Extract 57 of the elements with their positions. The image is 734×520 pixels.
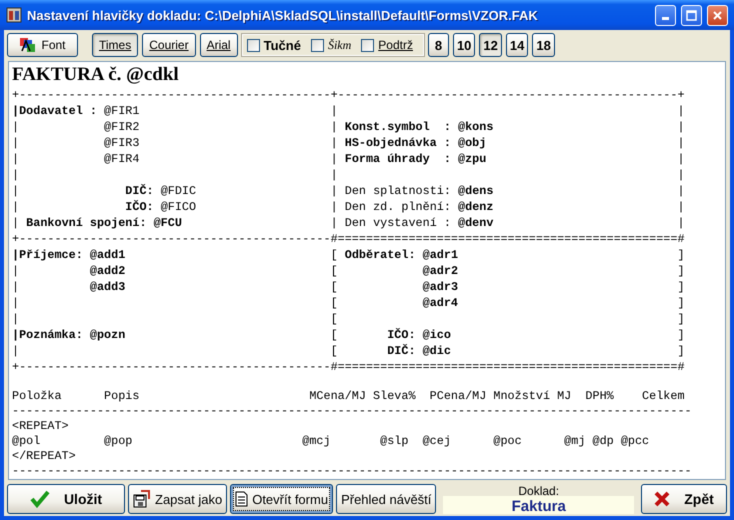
style-checkbox[interactable]: Podtrž xyxy=(361,38,413,52)
close-icon xyxy=(712,10,723,20)
back-button[interactable]: Zpět xyxy=(641,484,727,514)
font-family-button[interactable]: Arial xyxy=(200,33,238,57)
template-line: | IČO: @FICO | Den zd. plnění: @denz | xyxy=(12,199,685,215)
template-line: | @FIR3 | HS-objednávka : @obj | xyxy=(12,135,685,151)
font-size-button[interactable]: 12 xyxy=(479,33,502,57)
template-line: | Bankovní spojení: @FCU | Den vystavení : @denv | xyxy=(12,215,685,231)
template-line: Položka Popis MCena/MJ Sleva% PCena/MJ Množství MJ DPH% Celkem xyxy=(12,389,685,404)
app-icon xyxy=(6,7,22,23)
template-line: | [ @adr4 ] xyxy=(12,295,685,311)
checkmark-icon xyxy=(30,490,50,508)
template-line: | @FIR4 | Forma úhrady : @zpu | xyxy=(12,151,685,167)
template-line: ------------------------------------------------------------------------------------------------ xyxy=(12,404,692,419)
minimize-button[interactable] xyxy=(655,4,676,26)
template-line: | | | xyxy=(12,167,685,183)
font-size-button[interactable]: 8 xyxy=(428,33,449,57)
template-line: | [ DIČ: @dic ] xyxy=(12,343,685,359)
window-title: Nastavení hlavičky dokladu: C:\DelphiA\SkladSQL\install\Default\Forms\VZOR.FAK xyxy=(27,8,539,22)
font-icon xyxy=(19,37,38,53)
minimize-icon xyxy=(662,16,669,20)
disk-icon xyxy=(133,490,151,508)
template-line: | @add2 [ @adr2 ] xyxy=(12,263,685,279)
font-family-button[interactable]: Courier xyxy=(142,33,196,57)
footer-button[interactable]: Uložit xyxy=(7,484,125,514)
close-button[interactable] xyxy=(707,4,728,26)
document-caption: Doklad: xyxy=(518,484,560,498)
template-line: +--------------------------------------------+------------------------------------------------+ xyxy=(12,87,685,103)
template-line: | @add3 [ @adr3 ] xyxy=(12,279,685,295)
footer-button[interactable]: Přehled návěští xyxy=(336,484,436,514)
document-heading: FAKTURA č. @cdkl xyxy=(12,64,179,86)
font-family-button[interactable]: Times xyxy=(92,33,138,57)
cross-icon xyxy=(654,491,670,507)
footer-button[interactable]: Otevřít formu xyxy=(230,484,334,514)
document-type: Faktura xyxy=(512,498,566,515)
footer-button[interactable]: Zapsat jako xyxy=(128,484,228,514)
template-line: </REPEAT> xyxy=(12,449,76,464)
font-button[interactable]: Font xyxy=(7,33,78,57)
template-line: <REPEAT> xyxy=(12,419,69,434)
style-checkbox[interactable]: Tučné xyxy=(246,38,301,52)
template-line: |Příjemce: @add1 [ Odběratel: @adr1 ] xyxy=(12,247,685,263)
template-line: | [ ] xyxy=(12,311,685,327)
template-line: | DIČ: @FDIC | Den splatnosti: @dens | xyxy=(12,183,685,199)
font-size-button[interactable]: 14 xyxy=(506,33,528,57)
template-line: |Poznámka: @pozn [ IČO: @ico ] xyxy=(12,327,685,343)
template-line: |Dodavatel : @FIR1 | | xyxy=(12,103,685,119)
style-checkbox[interactable]: Šikm xyxy=(310,38,352,52)
template-line: @pol @pop @mcj @slp @cej @poc @mj @dp @pcc xyxy=(12,434,650,449)
maximize-icon xyxy=(686,10,697,20)
template-line: ------------------------------------------------------------------------------------------------ xyxy=(12,464,692,479)
maximize-button[interactable] xyxy=(681,4,702,26)
template-line: +--------------------------------------------#================================================# xyxy=(12,231,685,247)
font-size-button[interactable]: 18 xyxy=(532,33,555,57)
template-line: | @FIR2 | Konst.symbol : @kons | xyxy=(12,119,685,135)
font-size-button[interactable]: 10 xyxy=(452,33,476,57)
document-icon xyxy=(235,491,248,507)
template-line: +--------------------------------------------#================================================# xyxy=(12,359,685,375)
